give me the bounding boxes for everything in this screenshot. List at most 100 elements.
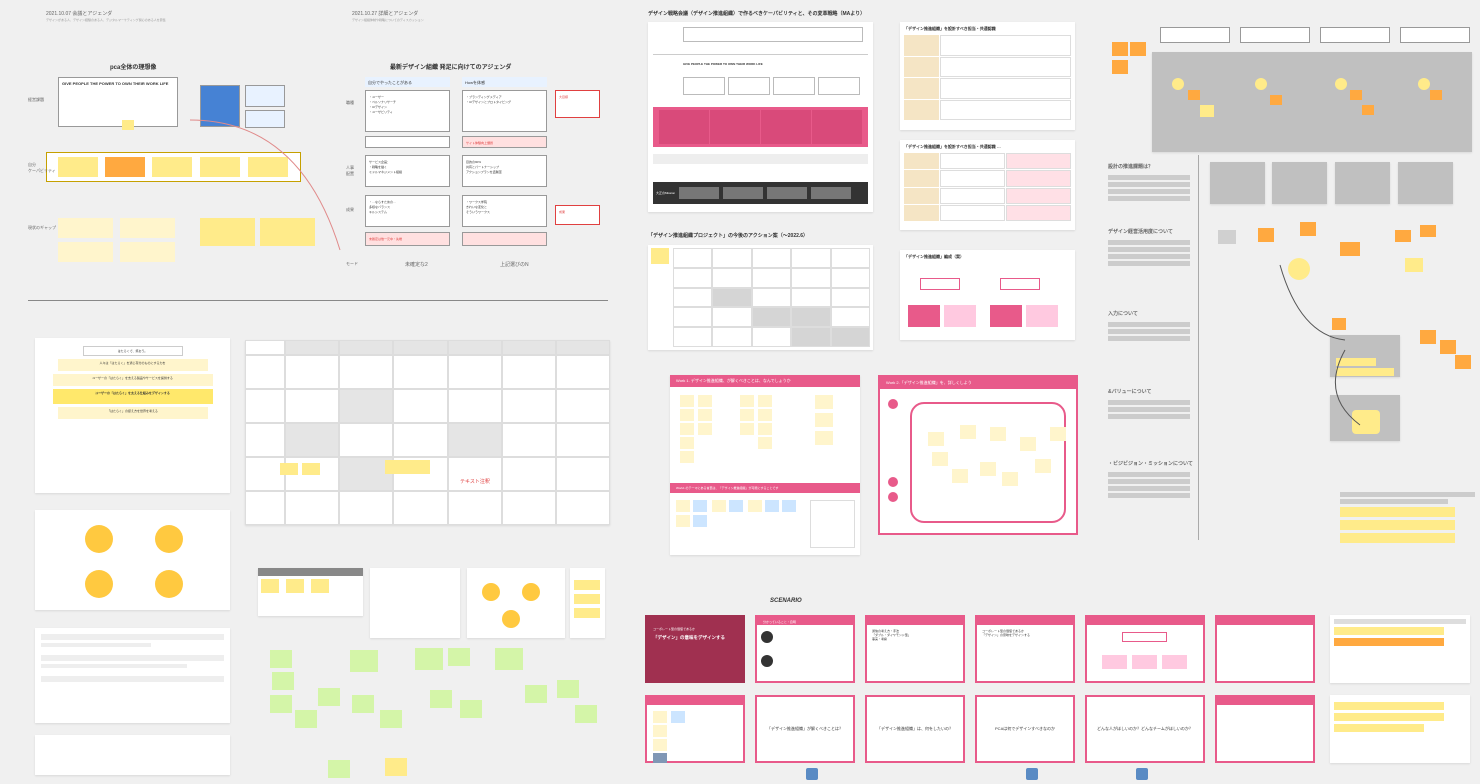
- flow-o9[interactable]: [1455, 355, 1471, 369]
- g14[interactable]: [525, 685, 547, 703]
- g10[interactable]: [448, 648, 470, 666]
- work1-frame[interactable]: Work 1. デザイン推進組織、が解くべきことは、なんでしょうか Work1 …: [670, 375, 860, 555]
- slide-b1[interactable]: 「デザイン推進組織」が解くべきことは？: [755, 695, 855, 763]
- agenda-box-6[interactable]: ・ワークス学院きれいな変化とそういうワークス: [462, 195, 547, 227]
- flow-o7[interactable]: [1420, 330, 1436, 344]
- face-4[interactable]: [1418, 78, 1430, 90]
- lane-st2[interactable]: [1200, 105, 1214, 117]
- cell-r3-2[interactable]: [120, 242, 175, 262]
- flow-y2[interactable]: [1336, 358, 1376, 366]
- flow-g1[interactable]: [1218, 230, 1236, 244]
- flow-face-2[interactable]: [1352, 410, 1380, 434]
- download-icon-2[interactable]: [1026, 768, 1038, 780]
- face-3[interactable]: [1335, 78, 1347, 90]
- row-panel-4[interactable]: [570, 568, 605, 638]
- work2-frame[interactable]: Work 2.「デザイン推進組織」を、詳しくしよう: [878, 375, 1078, 535]
- g5[interactable]: [318, 688, 340, 706]
- slide-1[interactable]: 分かっていること・自明: [755, 615, 855, 683]
- agenda-slim-2[interactable]: サイト体験向上課題: [462, 136, 547, 148]
- flow-o1[interactable]: [1258, 228, 1274, 242]
- cal-sticky-3[interactable]: [385, 460, 430, 474]
- row-panel-1[interactable]: [258, 568, 363, 616]
- rcluster-1[interactable]: [1210, 162, 1265, 204]
- slide-b2[interactable]: 「デザイン推進組織」は、何をしたいの？: [865, 695, 965, 763]
- cell-r2-1[interactable]: [58, 218, 113, 238]
- cell-r2-2[interactable]: [120, 218, 175, 238]
- flow-o5[interactable]: [1420, 225, 1436, 237]
- calendar-grid[interactable]: [245, 340, 610, 525]
- sticky-small-1[interactable]: [122, 120, 134, 130]
- slide-b5[interactable]: [1215, 695, 1315, 763]
- big-gray-lane[interactable]: [1152, 52, 1472, 152]
- cell-3[interactable]: [152, 157, 192, 177]
- agenda-box-3[interactable]: サービス企画：・戦略を描くミドルマネジメント組織: [365, 155, 450, 187]
- lane-st3[interactable]: [1270, 95, 1282, 105]
- slide-b3[interactable]: PCAは何でデザインすべきなのか: [975, 695, 1075, 763]
- slide-5[interactable]: [1215, 615, 1315, 683]
- strat-frame[interactable]: GIVE PEOPLE THE POWER TO OWN THEIR WORK …: [648, 22, 873, 212]
- slide-b4[interactable]: どんな人がほしいのか？どんなチームがほしいのか？: [1085, 695, 1205, 763]
- action-table[interactable]: [648, 245, 873, 350]
- cell-5[interactable]: [248, 157, 288, 177]
- flow-y3[interactable]: [1336, 368, 1394, 376]
- g1[interactable]: [270, 650, 292, 668]
- flow-o8[interactable]: [1440, 340, 1456, 354]
- g11[interactable]: [430, 690, 452, 708]
- g8[interactable]: [380, 710, 402, 728]
- g15[interactable]: [557, 680, 579, 698]
- o1[interactable]: [1112, 42, 1128, 56]
- far-slide-1[interactable]: [1330, 615, 1470, 683]
- rcluster-3[interactable]: [1335, 162, 1390, 204]
- cell-r3-1[interactable]: [58, 242, 113, 262]
- slide-3[interactable]: コーポレート型の価値であるか「デザイン」の意味をデザインする: [975, 615, 1075, 683]
- slide-0[interactable]: コーポレート型の価値であるか 「デザイン」の意味をデザインする: [645, 615, 745, 683]
- row-panel-2[interactable]: [370, 568, 460, 638]
- rcluster-4[interactable]: [1398, 162, 1453, 204]
- face-2[interactable]: [1255, 78, 1267, 90]
- cell-r2-4[interactable]: [260, 218, 315, 246]
- lane-st4[interactable]: [1350, 90, 1362, 100]
- rcluster-2[interactable]: [1272, 162, 1327, 204]
- lane-st1[interactable]: [1188, 90, 1200, 100]
- goal-ladder-panel[interactable]: はたらくで、笑おう。 人々は「はたらく」を通じ存分のものにする力を ユーザーの「…: [35, 338, 230, 493]
- flow-y1[interactable]: [1405, 258, 1423, 272]
- agenda-box-2[interactable]: ・ブランディングメディア・UIデザインとプロトタイピング: [462, 90, 547, 132]
- row-panel-3[interactable]: [467, 568, 565, 638]
- agenda-box-4[interactable]: 目的の90%共有とパートナーシップアクションプランを盗賊軍: [462, 155, 547, 187]
- agenda-box-1[interactable]: ・ユーザー・ペルソナリサーチ・UIデザイン・ユーザビリティ: [365, 90, 450, 132]
- mission-box[interactable]: GIVE PEOPLE THE POWER TO OWN THEIR WORK …: [58, 77, 178, 127]
- g9[interactable]: [415, 648, 443, 670]
- slide-2[interactable]: 通信の考え方・手法「ダブル・ダイヤモンド型」事実・考察: [865, 615, 965, 683]
- g17[interactable]: [328, 760, 350, 778]
- lane-st5[interactable]: [1362, 105, 1374, 115]
- g4[interactable]: [295, 710, 317, 728]
- list-panel-2[interactable]: [35, 735, 230, 775]
- download-icon[interactable]: [806, 768, 818, 780]
- g6[interactable]: [350, 650, 378, 672]
- far-slide-2[interactable]: [1330, 695, 1470, 763]
- slide-4[interactable]: [1085, 615, 1205, 683]
- whiteboard-canvas[interactable]: 2021.10.07 会議とアジェンダ 2021.10.27 詳細とアジェンダ …: [0, 0, 1480, 784]
- agenda-box-5[interactable]: ・…ならすための…多様なバランスキルシステム: [365, 195, 450, 227]
- g16[interactable]: [575, 705, 597, 723]
- g18[interactable]: [385, 758, 407, 776]
- cell-1[interactable]: [58, 157, 98, 177]
- download-icon-3[interactable]: [1136, 768, 1148, 780]
- flow-o2[interactable]: [1300, 222, 1316, 236]
- cell-2[interactable]: [105, 157, 145, 177]
- o2[interactable]: [1130, 42, 1146, 56]
- cycle-panel[interactable]: [35, 510, 230, 610]
- agenda-red-1[interactable]: 未確定は他一元中・先端: [365, 232, 450, 246]
- list-panel-1[interactable]: [35, 628, 230, 723]
- g13[interactable]: [495, 648, 523, 670]
- lane-st6[interactable]: [1430, 90, 1442, 100]
- flow-face-1[interactable]: [1288, 258, 1310, 280]
- slide-b0[interactable]: [645, 695, 745, 763]
- comp-table-2[interactable]: 「デザイン推進組織」を設計すべき担当・共通認識 …: [900, 140, 1075, 230]
- cal-sticky-2[interactable]: [302, 463, 320, 475]
- agenda-slim-1[interactable]: [365, 136, 450, 148]
- blue-card-1[interactable]: [200, 85, 240, 127]
- light-card-2[interactable]: [245, 110, 285, 128]
- flow-o6[interactable]: [1332, 318, 1346, 330]
- flow-o4[interactable]: [1395, 230, 1411, 242]
